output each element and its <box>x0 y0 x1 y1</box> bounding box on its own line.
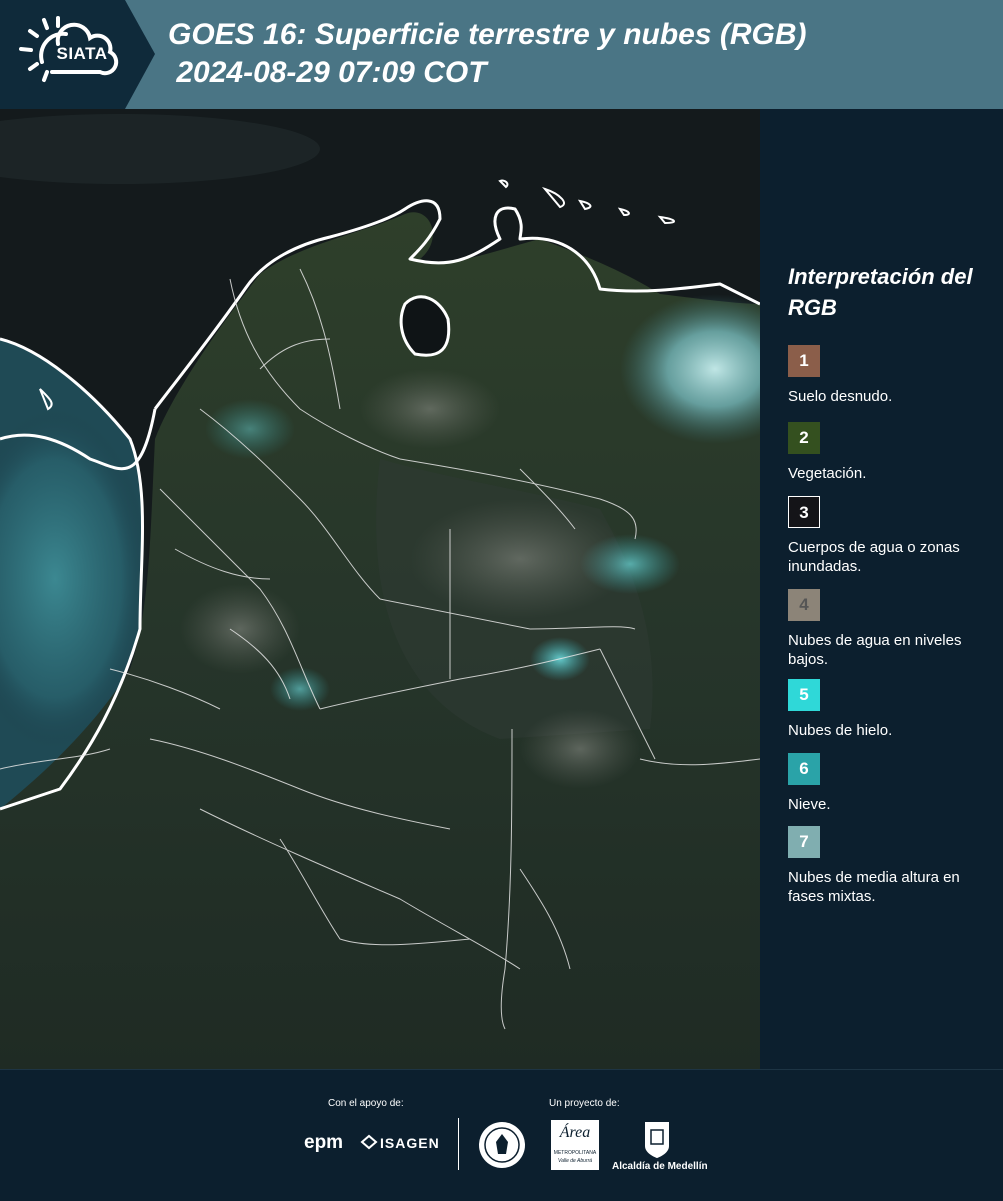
satellite-image <box>0 109 760 1069</box>
legend-item-2: 2 Vegetación. <box>788 422 998 483</box>
legend-title: Interpretación del RGB <box>788 264 973 320</box>
legend-swatch-2: 2 <box>788 422 820 454</box>
legend-swatch-7: 7 <box>788 826 820 858</box>
legend-item-3: 3 Cuerpos de agua o zonas inundadas. <box>788 496 998 576</box>
legend-panel: Interpretación del RGB 1 Suelo desnudo. … <box>760 109 1003 1069</box>
project-caption: Un proyecto de: <box>549 1098 620 1109</box>
footer-divider <box>458 1118 459 1170</box>
legend-item-1: 1 Suelo desnudo. <box>788 345 998 406</box>
header-bar: SIATA GOES 16: Superficie terrestre y nu… <box>0 0 1003 109</box>
legend-swatch-6: 6 <box>788 753 820 785</box>
page-title: GOES 16: Superficie terrestre y nubes (R… <box>168 16 807 92</box>
legend-item-6: 6 Nieve. <box>788 753 998 814</box>
area-logo-sub1: METROPOLITANA <box>553 1150 597 1156</box>
area-logo-sub2: Valle de Aburrá <box>557 1158 593 1164</box>
legend-label-1: Suelo desnudo. <box>788 388 893 405</box>
isagen-logo: ISAGEN <box>380 1135 440 1151</box>
alcaldia-logo-text: Alcaldía de Medellín <box>612 1161 708 1172</box>
satellite-map[interactable] <box>0 109 760 1069</box>
title-line-product: GOES 16: Superficie terrestre y nubes (R… <box>168 18 807 51</box>
legend-swatch-3: 3 <box>788 496 820 528</box>
alcaldia-shield-icon <box>645 1122 669 1158</box>
legend-label-3: Cuerpos de agua o zonas inundadas. <box>788 539 960 575</box>
epm-logo: epm <box>304 1132 344 1153</box>
siata-logo-text: SIATA <box>56 44 108 63</box>
legend-label-6: Nieve. <box>788 796 831 813</box>
siata-logo: SIATA <box>0 0 155 109</box>
title-line-datetime: 2024-08-29 07:09 COT <box>168 56 487 89</box>
legend-item-5: 5 Nubes de hielo. <box>788 679 998 740</box>
legend-item-7: 7 Nubes de media altura en fases mixtas. <box>788 826 998 906</box>
legend-swatch-4: 4 <box>788 589 820 621</box>
area-logo-name: Área <box>559 1124 591 1141</box>
seal-icon <box>479 1122 525 1168</box>
legend-label-7: Nubes de media altura en fases mixtas. <box>788 869 960 905</box>
isagen-icon <box>360 1134 378 1150</box>
legend-label-5: Nubes de hielo. <box>788 722 893 739</box>
support-caption: Con el apoyo de: <box>328 1098 404 1109</box>
area-metropolitana-logo: Área METROPOLITANA Valle de Aburrá <box>551 1120 599 1170</box>
legend-item-4: 4 Nubes de agua en niveles bajos. <box>788 589 998 669</box>
legend-swatch-1: 1 <box>788 345 820 377</box>
legend-label-2: Vegetación. <box>788 465 867 482</box>
footer: Con el apoyo de: Un proyecto de: epm ISA… <box>0 1069 1003 1201</box>
legend-label-4: Nubes de agua en niveles bajos. <box>788 632 962 668</box>
legend-swatch-5: 5 <box>788 679 820 711</box>
